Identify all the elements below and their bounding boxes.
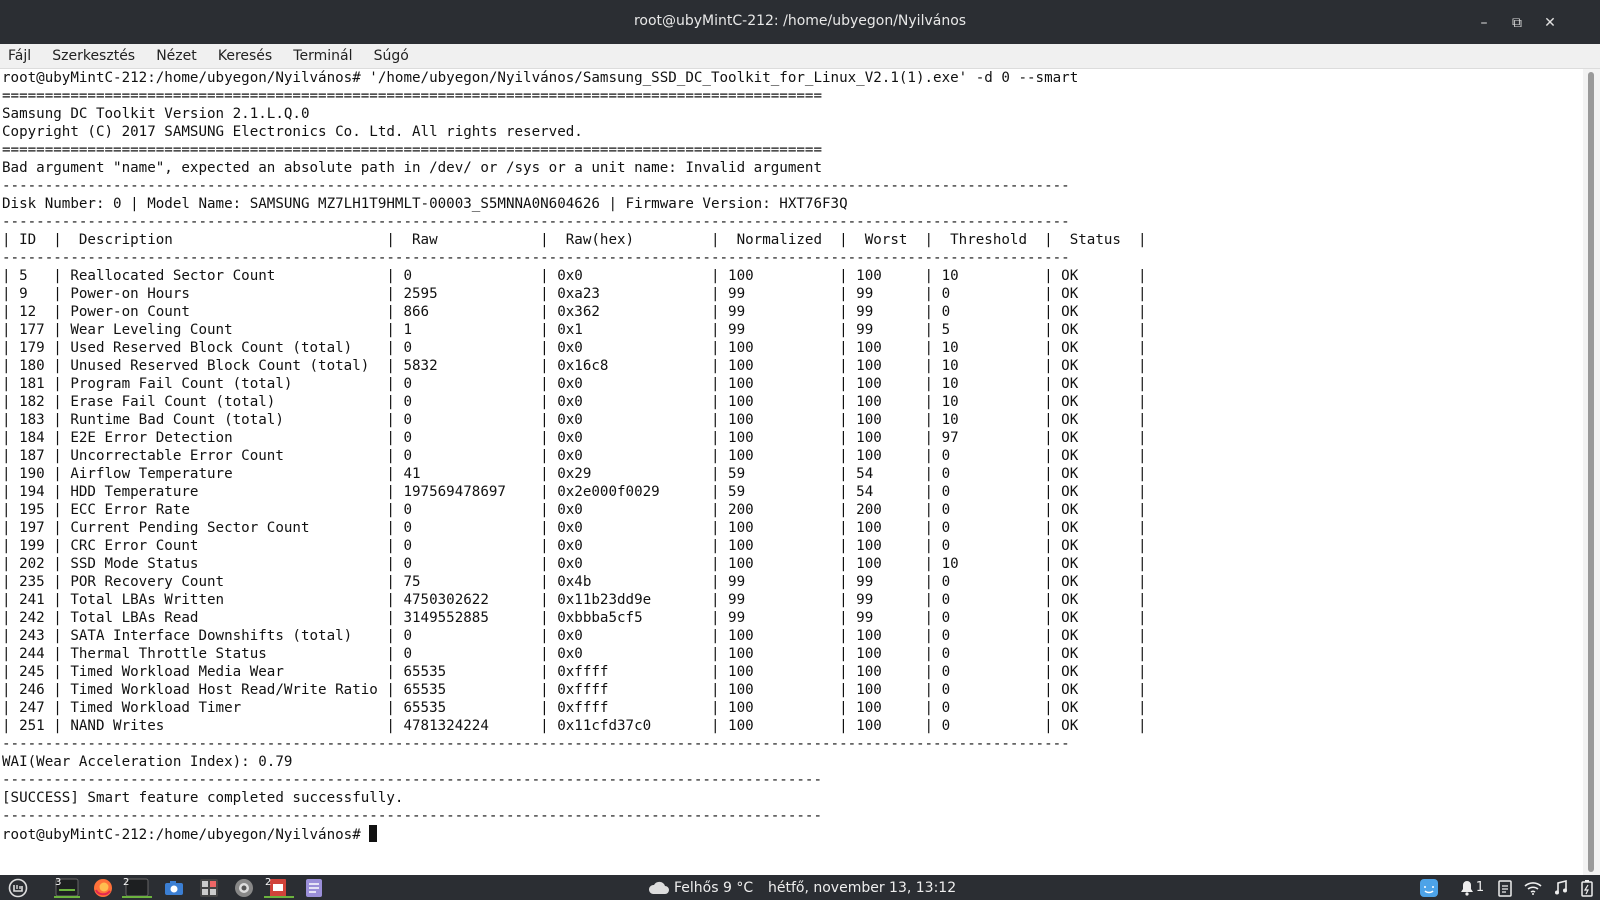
menu-file[interactable]: Fájl	[0, 44, 39, 68]
terminal-line: | 9 | Power-on Hours | 2595 | 0xa23 | 99…	[2, 286, 1147, 302]
terminal-line: ----------------------------------------…	[2, 772, 822, 788]
weather-cloud-icon	[648, 877, 670, 898]
terminal-line: [SUCCESS] Smart feature completed succes…	[2, 790, 404, 806]
menu-bar: Fájl Szerkesztés Nézet Keresés Terminál …	[0, 44, 1600, 69]
terminal-line: | 194 | HDD Temperature | 197569478697 |…	[2, 484, 1147, 500]
active-indicator	[122, 896, 152, 898]
terminal-line: ========================================…	[2, 142, 822, 158]
terminal-line: | 12 | Power-on Count | 866 | 0x362 | 99…	[2, 304, 1147, 320]
terminal-line: | 244 | Thermal Throttle Status | 0 | 0x…	[2, 646, 1147, 662]
terminal-line: Samsung DC Toolkit Version 2.1.L.Q.0	[2, 106, 310, 122]
menu-help[interactable]: Súgó	[366, 44, 417, 68]
terminal-line: | 247 | Timed Workload Timer | 65535 | 0…	[2, 700, 1147, 716]
terminal-line: ----------------------------------------…	[2, 736, 1070, 752]
camera-icon[interactable]	[163, 877, 185, 898]
terminal-line: root@ubyMintC-212:/home/ubyegon/Nyilváno…	[2, 70, 1079, 86]
menu-edit[interactable]: Szerkesztés	[44, 44, 143, 68]
text-editor-icon[interactable]	[303, 877, 325, 898]
terminal-line: WAI(Wear Acceleration Index): 0.79	[2, 754, 293, 770]
terminal-line: Disk Number: 0 | Model Name: SAMSUNG MZ7…	[2, 196, 848, 212]
impress-count-badge: 2	[265, 877, 272, 888]
terminal-line: | 241 | Total LBAs Written | 4750302622 …	[2, 592, 1147, 608]
terminal-line: | 187 | Uncorrectable Error Count | 0 | …	[2, 448, 1147, 464]
finder-icon[interactable]	[1418, 877, 1440, 898]
window-count-badge: 2	[123, 877, 130, 888]
terminal-scrollbar[interactable]	[1583, 69, 1600, 875]
terminal-line: | 184 | E2E Error Detection | 0 | 0x0 | …	[2, 430, 1147, 446]
battery-icon[interactable]	[1577, 877, 1597, 898]
sound-icon[interactable]	[1551, 877, 1571, 898]
window-list-icon[interactable]: 2	[120, 877, 154, 898]
weather-text[interactable]: Felhős 9 °C	[674, 877, 754, 898]
terminal-line: | 246 | Timed Workload Host Read/Write R…	[2, 682, 1147, 698]
close-button[interactable]: ✕	[1539, 12, 1561, 34]
scrollbar-thumb[interactable]	[1588, 72, 1594, 872]
firefox-icon[interactable]	[92, 877, 114, 898]
impress-icon[interactable]: 2	[262, 877, 296, 898]
terminal-line: | 181 | Program Fail Count (total) | 0 |…	[2, 376, 1147, 392]
shell-prompt: root@ubyMintC-212:/home/ubyegon/Nyilváno…	[2, 827, 370, 843]
terminal-line: ----------------------------------------…	[2, 250, 1070, 266]
notification-count: 1	[1475, 880, 1485, 895]
active-indicator	[264, 896, 294, 898]
terminal-line: | 179 | Used Reserved Block Count (total…	[2, 340, 1147, 356]
terminal-icon[interactable]: 3	[52, 877, 82, 898]
terminal-text: root@ubyMintC-212:/home/ubyegon/Nyilváno…	[0, 69, 1582, 844]
wifi-icon[interactable]	[1522, 877, 1544, 898]
terminal-line: | 199 | CRC Error Count | 0 | 0x0 | 100 …	[2, 538, 1147, 554]
menu-terminal[interactable]: Terminál	[285, 44, 360, 68]
taskbar: 3 2 2 Felhős 9 °C hétfő, november 13, 13…	[0, 875, 1600, 900]
terminal-line: | 245 | Timed Workload Media Wear | 6553…	[2, 664, 1147, 680]
terminal-line: | 251 | NAND Writes | 4781324224 | 0x11c…	[2, 718, 1147, 734]
terminal-line: ----------------------------------------…	[2, 178, 1070, 194]
terminal-line: | 180 | Unused Reserved Block Count (tot…	[2, 358, 1147, 374]
window-title: root@ubyMintC-212: /home/ubyegon/Nyilván…	[633, 13, 967, 29]
terminal-line: | 183 | Runtime Bad Count (total) | 0 | …	[2, 412, 1147, 428]
terminal-line: ----------------------------------------…	[2, 214, 1070, 230]
terminal-line: ========================================…	[2, 88, 822, 104]
terminal-line: | 242 | Total LBAs Read | 3149552885 | 0…	[2, 610, 1147, 626]
calculator-icon[interactable]	[198, 877, 220, 898]
terminal-line: | 5 | Reallocated Sector Count | 0 | 0x0…	[2, 268, 1147, 284]
menu-view[interactable]: Nézet	[148, 44, 205, 68]
minimize-button[interactable]: –	[1473, 12, 1495, 34]
terminal-line: | 235 | POR Recovery Count | 75 | 0x4b |…	[2, 574, 1147, 590]
terminal-line: | 190 | Airflow Temperature | 41 | 0x29 …	[2, 466, 1147, 482]
terminal-line: ----------------------------------------…	[2, 808, 822, 824]
window-titlebar[interactable]: root@ubyMintC-212: /home/ubyegon/Nyilván…	[0, 0, 1600, 44]
terminal-line: | 195 | ECC Error Rate | 0 | 0x0 | 200 |…	[2, 502, 1147, 518]
clock[interactable]: hétfő, november 13, 13:12	[768, 877, 988, 898]
terminal-line: | 197 | Current Pending Sector Count | 0…	[2, 520, 1147, 536]
mint-menu-icon[interactable]	[4, 877, 32, 898]
terminal-output[interactable]: root@ubyMintC-212:/home/ubyegon/Nyilváno…	[0, 69, 1582, 875]
terminal-line: | 243 | SATA Interface Downshifts (total…	[2, 628, 1147, 644]
terminal-line: Copyright (C) 2017 SAMSUNG Electronics C…	[2, 124, 583, 140]
terminal-line: Bad argument "name", expected an absolut…	[2, 160, 822, 176]
active-indicator	[54, 896, 80, 898]
restore-button[interactable]: ⧉	[1506, 12, 1528, 34]
terminal-line: | 177 | Wear Leveling Count | 1 | 0x1 | …	[2, 322, 1147, 338]
menu-search[interactable]: Keresés	[210, 44, 280, 68]
terminal-line: | 202 | SSD Mode Status | 0 | 0x0 | 100 …	[2, 556, 1147, 572]
workspace-badge: 3	[55, 877, 62, 888]
clipboard-icon[interactable]	[1495, 877, 1515, 898]
terminal-cursor	[369, 825, 378, 842]
terminal-line: | 182 | Erase Fail Count (total) | 0 | 0…	[2, 394, 1147, 410]
screenshot-icon[interactable]	[233, 877, 255, 898]
terminal-line: | ID | Description | Raw | Raw(hex) | No…	[2, 232, 1147, 248]
